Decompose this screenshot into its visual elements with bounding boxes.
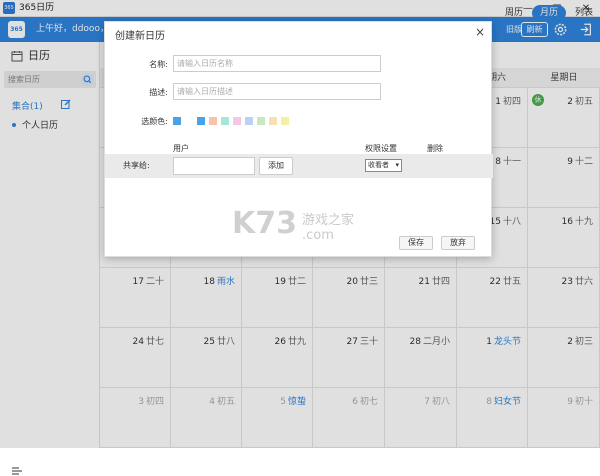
permission-select-value: 收看者 bbox=[368, 161, 389, 169]
calendar-description-input[interactable]: 请输入日历描述 bbox=[173, 83, 381, 100]
add-user-button[interactable]: 添加 bbox=[259, 157, 293, 175]
name-label: 名称: bbox=[149, 60, 168, 69]
permission-column-header: 权限设置 bbox=[365, 144, 397, 153]
cancel-button[interactable]: 放弃 bbox=[441, 236, 475, 250]
dialog-close-icon[interactable]: × bbox=[475, 25, 485, 39]
color-label: 选颜色: bbox=[141, 117, 168, 126]
color-swatch[interactable] bbox=[173, 117, 181, 125]
menu-icon[interactable] bbox=[12, 466, 22, 476]
watermark-text: 游戏之家 .com bbox=[302, 209, 354, 243]
share-row: 共享给: 添加 收看者 ▾ bbox=[105, 154, 493, 178]
watermark-logo: K73 bbox=[232, 206, 297, 241]
watermark-domain: .com bbox=[302, 228, 334, 243]
color-swatch[interactable] bbox=[221, 117, 229, 125]
color-swatch[interactable] bbox=[281, 117, 289, 125]
permission-select[interactable]: 收看者 ▾ bbox=[365, 159, 402, 172]
save-button[interactable]: 保存 bbox=[399, 236, 433, 250]
color-swatch[interactable] bbox=[233, 117, 241, 125]
users-column-header: 用户 bbox=[173, 144, 189, 153]
delete-column-header: 删除 bbox=[427, 144, 443, 153]
description-label: 描述: bbox=[149, 88, 168, 97]
color-swatch[interactable] bbox=[209, 117, 217, 125]
color-swatch[interactable] bbox=[257, 117, 265, 125]
calendar-name-input[interactable]: 请输入日历名称 bbox=[173, 55, 381, 72]
color-swatch[interactable] bbox=[269, 117, 277, 125]
create-calendar-dialog: 创建新日历 × 名称: 请输入日历名称 描述: 请输入日历描述 选颜色: 用户 … bbox=[104, 21, 493, 257]
color-swatch[interactable] bbox=[245, 117, 253, 125]
watermark-sub: 游戏之家 bbox=[302, 213, 355, 228]
color-swatch[interactable] bbox=[197, 117, 205, 125]
share-user-input[interactable] bbox=[173, 157, 255, 175]
share-table-header: 用户 权限设置 删除 bbox=[105, 141, 493, 155]
share-label: 共享给: bbox=[123, 161, 150, 170]
dialog-title: 创建新日历 bbox=[115, 31, 165, 42]
chevron-down-icon: ▾ bbox=[395, 161, 399, 169]
